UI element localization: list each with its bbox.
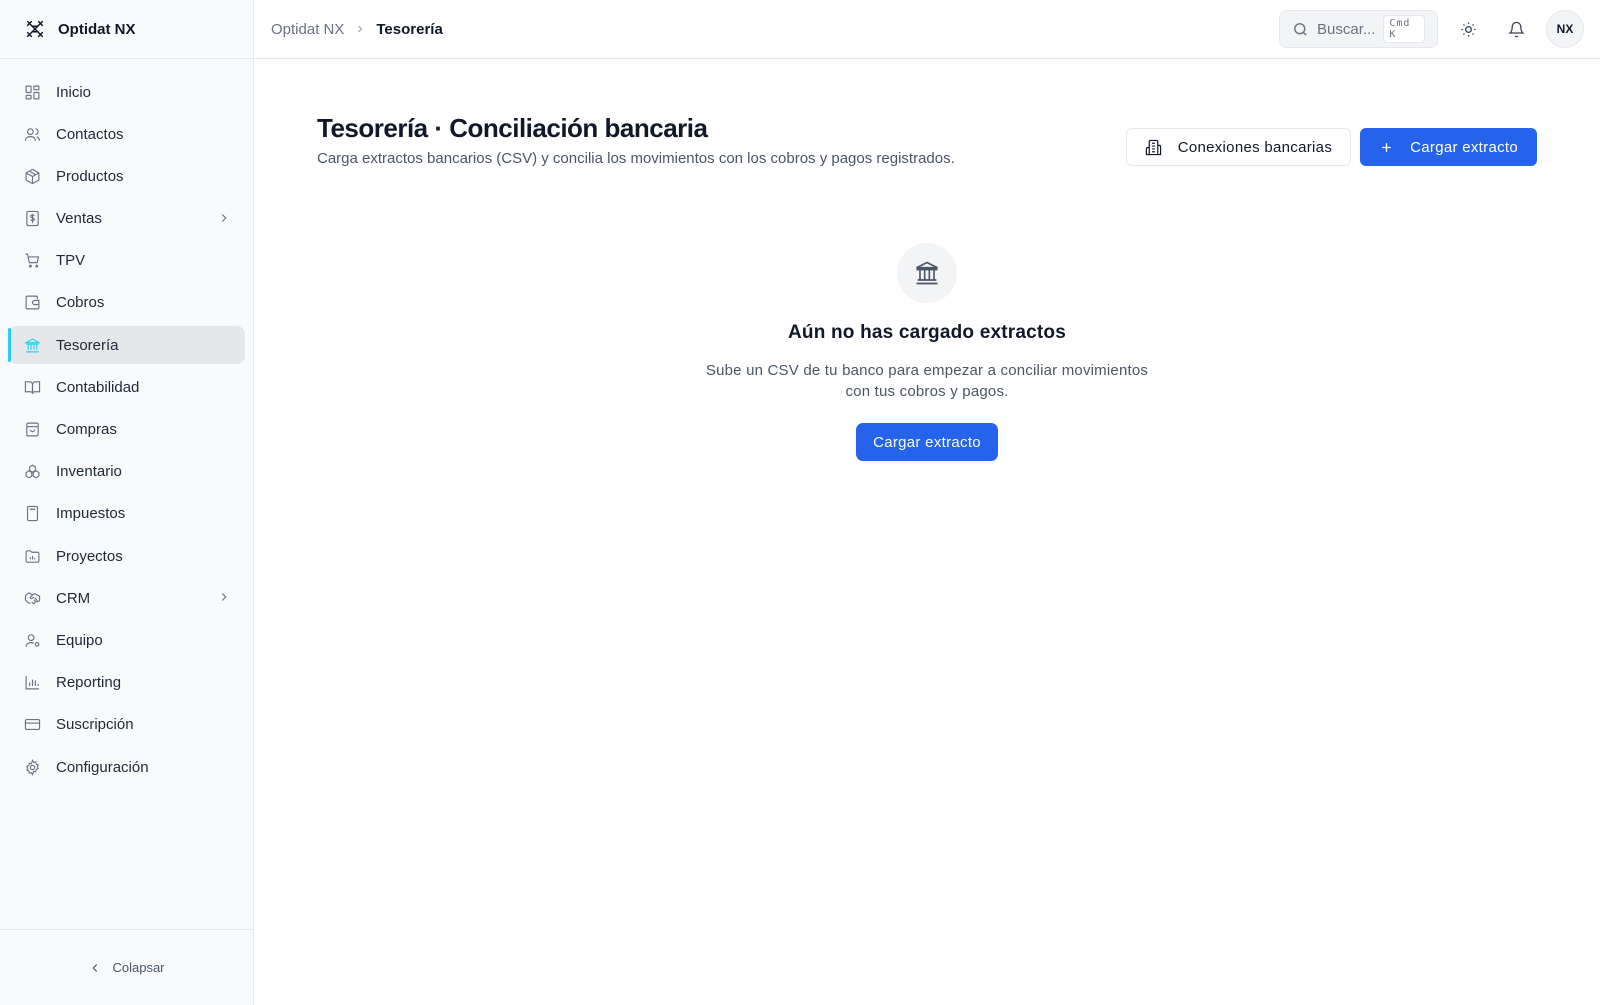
chevron-right-icon	[217, 590, 231, 608]
sidebar-item-configuracion[interactable]: Configuración	[8, 748, 245, 786]
sidebar-item-label: Contabilidad	[56, 378, 140, 396]
main-area: Optidat NX Tesorería Buscar... Cmd K NX	[254, 0, 1600, 1005]
empty-state: Aún no has cargado extractos Sube un CSV…	[317, 243, 1537, 461]
sidebar-item-label: Ventas	[56, 210, 102, 228]
boxes-icon	[23, 463, 41, 481]
breadcrumb-current: Tesorería	[376, 20, 443, 38]
bank-icon	[23, 336, 41, 354]
sidebar-item-label: Impuestos	[56, 505, 126, 523]
package-icon	[23, 167, 41, 185]
sidebar-item-impuestos[interactable]: Impuestos	[8, 495, 245, 533]
empty-state-title: Aún no has cargado extractos	[787, 322, 1066, 343]
building-icon	[1145, 139, 1162, 156]
wallet-icon	[23, 294, 41, 312]
app-root: Optidat NX Inicio Contactos Productos Ve…	[0, 0, 1600, 1005]
sidebar-item-label: Inventario	[56, 463, 122, 481]
book-icon	[23, 378, 41, 396]
sidebar-item-label: Inicio	[56, 83, 92, 101]
sidebar-item-proyectos[interactable]: Proyectos	[8, 537, 245, 575]
avatar[interactable]: NX	[1546, 10, 1584, 48]
handshake-icon	[23, 589, 41, 607]
search-icon	[1292, 21, 1309, 38]
page-title: Tesorería · Conciliación bancaria	[317, 113, 708, 143]
collapse-label: Colapsar	[112, 960, 165, 975]
sidebar-item-tpv[interactable]: TPV	[8, 242, 245, 280]
logo-icon	[24, 18, 46, 40]
topbar-actions: Buscar... Cmd K NX	[1279, 10, 1584, 48]
bank-connections-button[interactable]: Conexiones bancarias	[1125, 128, 1352, 166]
credit-card-icon	[23, 716, 41, 734]
sidebar-item-label: Proyectos	[56, 547, 123, 565]
brand[interactable]: Optidat NX	[0, 0, 253, 59]
sidebar-item-label: CRM	[56, 589, 91, 607]
sidebar-item-inventario[interactable]: Inventario	[8, 453, 245, 491]
sidebar-item-ventas[interactable]: Ventas	[8, 200, 245, 238]
bank-connections-label: Conexiones bancarias	[1177, 138, 1333, 156]
sidebar-item-inicio[interactable]: Inicio	[8, 73, 245, 111]
users-icon	[23, 125, 41, 143]
sidebar-item-contabilidad[interactable]: Contabilidad	[8, 368, 245, 406]
shortcut-badge: Cmd K	[1383, 15, 1425, 43]
search-placeholder: Buscar...	[1317, 20, 1376, 38]
shopping-bag-icon	[23, 421, 41, 439]
theme-toggle-button[interactable]	[1450, 11, 1486, 47]
brand-name: Optidat NX	[58, 20, 136, 38]
breadcrumb-root[interactable]: Optidat NX	[271, 21, 344, 38]
sidebar-item-suscripcion[interactable]: Suscripción	[8, 706, 245, 744]
receipt-dollar-icon	[23, 210, 41, 228]
page-content: Tesorería · Conciliación bancaria Carga …	[254, 59, 1600, 461]
sidebar-item-label: Compras	[56, 421, 117, 438]
sidebar-item-label: Productos	[56, 167, 124, 185]
sidebar-item-cobros[interactable]: Cobros	[8, 284, 245, 322]
chevron-right-icon	[354, 23, 366, 35]
page-subtitle: Carga extractos bancarios (CSV) y concil…	[317, 150, 955, 167]
sidebar-item-reporting[interactable]: Reporting	[8, 664, 245, 702]
sidebar-item-label: Reporting	[56, 674, 122, 692]
user-gear-icon	[23, 631, 41, 649]
sidebar-item-label: TPV	[56, 252, 86, 270]
sidebar-item-label: Tesorería	[56, 336, 119, 354]
topbar: Optidat NX Tesorería Buscar... Cmd K NX	[254, 0, 1600, 59]
sidebar-item-label: Configuración	[56, 758, 149, 776]
sidebar: Optidat NX Inicio Contactos Productos Ve…	[0, 0, 254, 1005]
folder-chart-icon	[23, 547, 41, 565]
gear-icon	[23, 758, 41, 776]
sidebar-item-productos[interactable]: Productos	[8, 157, 245, 195]
chevron-left-icon	[88, 961, 102, 975]
sidebar-item-contactos[interactable]: Contactos	[8, 115, 245, 153]
breadcrumb: Optidat NX Tesorería	[271, 21, 443, 38]
sidebar-item-equipo[interactable]: Equipo	[8, 621, 245, 659]
cart-icon	[23, 252, 41, 270]
collapse-sidebar-button[interactable]: Colapsar	[0, 929, 253, 1005]
search-input[interactable]: Buscar... Cmd K	[1279, 10, 1438, 48]
plus-icon	[1379, 140, 1394, 155]
calculator-icon	[23, 505, 41, 523]
dashboard-icon	[23, 83, 41, 101]
sidebar-item-label: Contactos	[56, 125, 124, 143]
notifications-button[interactable]	[1498, 11, 1534, 47]
sidebar-nav: Inicio Contactos Productos Ventas TPV Co…	[0, 59, 253, 929]
empty-upload-statement-button[interactable]: Cargar extracto	[856, 423, 998, 461]
empty-state-text: Sube un CSV de tu banco para empezar a c…	[705, 362, 1149, 400]
page-header: Tesorería · Conciliación bancaria Carga …	[317, 113, 1537, 167]
bell-icon	[1507, 21, 1525, 38]
sidebar-item-compras[interactable]: Compras	[8, 411, 245, 449]
sidebar-item-label: Equipo	[56, 631, 103, 649]
chevron-right-icon	[217, 211, 231, 229]
sun-icon	[1460, 21, 1477, 38]
sidebar-item-tesoreria[interactable]: Tesorería	[8, 326, 245, 365]
bank-icon	[897, 243, 957, 303]
page-actions: Conexiones bancarias Cargar extracto	[1125, 128, 1537, 166]
sidebar-item-label: Suscripción	[56, 716, 134, 734]
upload-statement-button[interactable]: Cargar extracto	[1360, 128, 1537, 166]
page-heading: Tesorería · Conciliación bancaria Carga …	[317, 113, 955, 167]
sidebar-item-crm[interactable]: CRM	[8, 579, 245, 617]
upload-statement-label: Cargar extracto	[1410, 138, 1518, 156]
bar-chart-icon	[23, 674, 41, 692]
sidebar-item-label: Cobros	[56, 294, 105, 312]
